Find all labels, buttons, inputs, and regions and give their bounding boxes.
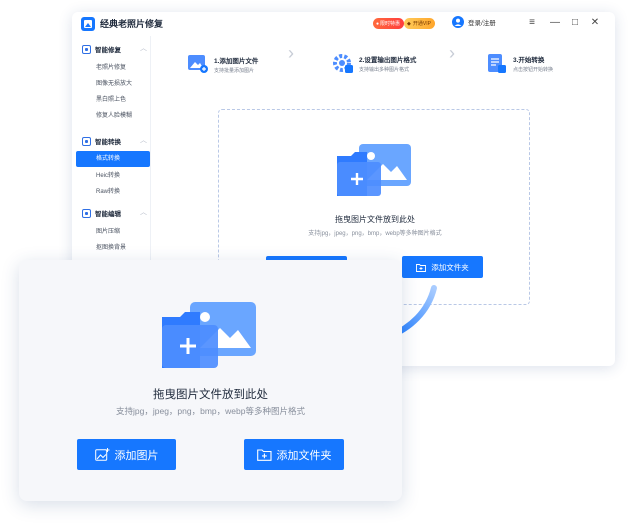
gift-icon: ● (376, 20, 380, 27)
folder-image-icon (337, 144, 411, 196)
add-image-step-icon (188, 55, 208, 73)
sidebar-item-old-photo[interactable]: 老照片修复 (72, 60, 150, 76)
add-folder-button[interactable]: 添加文件夹 (244, 439, 344, 470)
step-arrow-icon: › (449, 43, 455, 63)
folder-image-icon (162, 302, 256, 368)
promo-label: 限时特惠 (380, 21, 401, 27)
drop-sub-small: 支持jpg，jpeg，png，bmp，webp等多种图片格式 (308, 231, 442, 237)
sidebar-item-compress[interactable]: 图片压缩 (72, 224, 150, 240)
group-label: 智能转换 (95, 139, 121, 146)
step-sub: 支持批量添加图片 (214, 68, 255, 74)
folder-plus-icon (256, 449, 272, 461)
document-step-icon (488, 54, 506, 73)
step-2: 2.设置输出图片格式 支持输出多种图片格式 (333, 54, 416, 73)
sidebar-item-raw[interactable]: Raw转换 (72, 184, 150, 200)
repair-icon (82, 44, 91, 54)
step-3: 3.开始转换 点击按钮开始转换 (487, 54, 553, 73)
app-logo-icon (81, 17, 95, 31)
close-icon[interactable]: ✕ (589, 17, 601, 29)
step-title: 1.添加图片文件 (214, 58, 259, 65)
image-plus-icon (94, 448, 109, 461)
sidebar-group-edit[interactable]: 智能编辑 (82, 208, 121, 218)
crown-icon: ◆ (407, 20, 411, 27)
add-image-button[interactable]: 添加图片 (77, 439, 176, 470)
sidebar-item-format-convert[interactable]: 格式转换 (76, 151, 150, 167)
step-sub: 点击按钮开始转换 (513, 67, 554, 73)
add-folder-label: 添加文件夹 (276, 449, 332, 462)
sidebar-item-face-fix[interactable]: 修复人脸模糊 (72, 108, 150, 124)
group-label: 智能修复 (95, 47, 121, 54)
step-sub: 支持输出多种图片格式 (359, 67, 410, 73)
sidebar-item-upscale[interactable]: 图像无损放大 (72, 76, 150, 92)
gear-step-icon (333, 54, 353, 73)
minimize-icon[interactable]: — (549, 17, 561, 29)
sidebar-group-convert[interactable]: 智能转换 (82, 136, 121, 146)
sidebar-item-cutout[interactable]: 抠图换背景 (72, 240, 150, 256)
sidebar-item-heic[interactable]: Heic转换 (72, 168, 150, 184)
login-button[interactable]: 登录/注册 (452, 16, 496, 28)
add-image-label: 添加图片 (114, 449, 159, 462)
drop-title-small: 拖曳图片文件放到此处 (335, 215, 415, 224)
step-title: 2.设置输出图片格式 (359, 57, 417, 64)
step-title: 3.开始转换 (513, 57, 545, 64)
sidebar-item-colorize[interactable]: 黑白照上色 (72, 92, 150, 108)
vip-label: 开通VIP (412, 21, 431, 27)
convert-icon (82, 136, 91, 146)
chevron-up-icon: ︿ (140, 209, 147, 216)
promo-badge[interactable]: ● 限时特惠 (373, 18, 405, 29)
chevron-up-icon: ︿ (140, 45, 147, 52)
title-bar: 经典老照片修复 ● 限时特惠 ◆ 开通VIP 登录/注册 ≡ — □ ✕ (72, 12, 615, 36)
sidebar-group-repair[interactable]: 智能修复 (82, 44, 121, 54)
app-title: 经典老照片修复 (100, 19, 164, 29)
menu-icon[interactable]: ≡ (526, 17, 538, 29)
folder-plus-icon (416, 263, 427, 272)
chevron-up-icon: ︿ (140, 137, 147, 144)
group-label: 智能编辑 (95, 211, 121, 218)
add-folder-label-small: 添加文件夹 (431, 262, 469, 272)
step-1: 1.添加图片文件 支持批量添加图片 (188, 55, 258, 74)
drop-subtitle: 支持jpg，jpeg，png，bmp，webp等多种图片格式 (116, 406, 305, 416)
edit-icon (82, 208, 91, 218)
vip-button[interactable]: ◆ 开通VIP (404, 18, 435, 29)
maximize-icon[interactable]: □ (569, 17, 581, 29)
drop-title: 拖曳图片文件放到此处 (153, 389, 268, 401)
add-folder-button-small[interactable]: 添加文件夹 (402, 256, 483, 278)
user-avatar-icon (452, 16, 464, 28)
login-label: 登录/注册 (468, 20, 496, 27)
drop-zone-zoomed[interactable]: 拖曳图片文件放到此处 支持jpg，jpeg，png，bmp，webp等多种图片格… (19, 260, 402, 501)
step-arrow-icon: › (288, 43, 294, 63)
